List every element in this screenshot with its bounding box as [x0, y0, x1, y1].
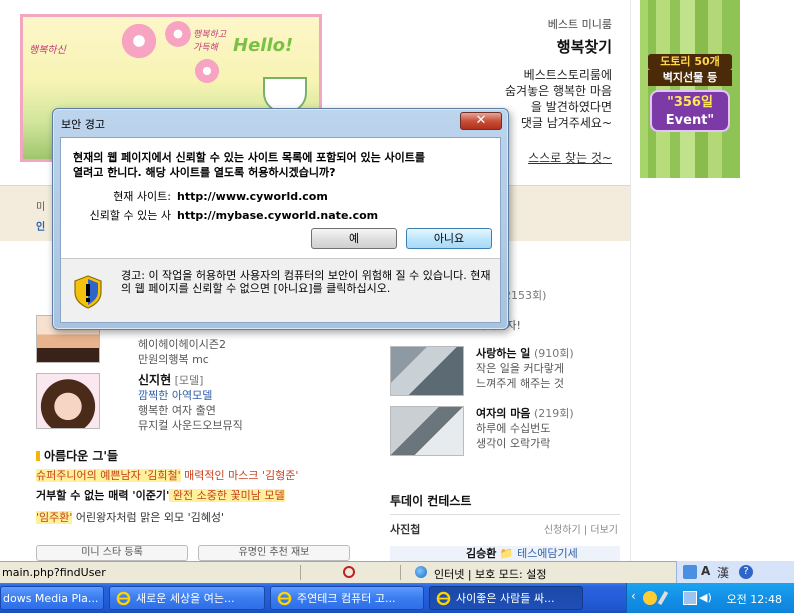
- taskbar-item-ie-2[interactable]: 주연테크 컴퓨터 고...: [270, 586, 424, 610]
- ime-icon[interactable]: [683, 565, 697, 579]
- recommend-button[interactable]: 유명인 추천 재보: [198, 545, 350, 561]
- globe-icon: [415, 566, 427, 578]
- ie-icon: [277, 591, 292, 606]
- dialog-warning-text: 경고: 이 작업을 허용하면 사용자의 컴퓨터의 보안이 위험해 질 수 있습니…: [121, 269, 491, 295]
- banner-handwriting: 행복하고 가득해: [193, 30, 227, 53]
- no-button[interactable]: 아니요: [406, 228, 492, 249]
- tab-fragment[interactable]: 미: [36, 198, 45, 213]
- popup-blocked-icon[interactable]: [343, 566, 355, 578]
- taskbar-item-ie-1[interactable]: 새로운 세상을 여는...: [109, 586, 265, 610]
- ime-mode-a[interactable]: A: [701, 564, 710, 578]
- security-warning-dialog: 보안 경고 ✕ 현재의 웹 페이지에서 신뢰할 수 있는 사이트 목록에 포함되…: [52, 108, 509, 330]
- status-url: main.php?findUser: [2, 566, 106, 579]
- register-star-button[interactable]: 미니 스타 등록: [36, 545, 188, 561]
- windows-taskbar: dows Media Pla... 새로운 세상을 여는... 주연테크 컴퓨터…: [0, 583, 794, 613]
- dialog-warning-area: 경고: 이 작업을 허용하면 사용자의 컴퓨터의 보안이 위험해 질 수 있습니…: [61, 258, 500, 322]
- taskbar-item-media-player[interactable]: dows Media Pla...: [0, 586, 104, 610]
- language-bar[interactable]: A 漢 ?: [676, 561, 794, 583]
- close-button[interactable]: ✕: [460, 112, 502, 130]
- column-divider: [630, 0, 631, 561]
- highlight-line[interactable]: 거부할 수 없는 매력 '이준기' 완전 소중한 꽃미남 모델: [36, 487, 285, 504]
- ad-line1: 도토리 50개: [648, 54, 732, 70]
- flower-icon: [193, 57, 221, 85]
- dialog-title: 보안 경고: [61, 118, 105, 131]
- ad-line2: 벽지선물 등: [648, 70, 732, 86]
- shield-warning-icon: [74, 275, 102, 309]
- tab-fragment[interactable]: 인: [36, 218, 45, 233]
- browser-status-bar: main.php?findUser 인터넷 | 보호 모드: 설정: [0, 561, 794, 583]
- contest-entry[interactable]: 김승환 📁 테스에담기세: [390, 546, 620, 561]
- best-mini-room-label: 베스트 미니룸: [547, 18, 612, 31]
- network-icon[interactable]: [683, 591, 697, 605]
- story-photo[interactable]: [390, 346, 464, 396]
- celebrity-row[interactable]: 신지현 [모델] 깜찍한 아역모델 행복한 여자 출연 뮤지컬 사운드오브뮤직: [36, 373, 366, 432]
- trusted-site-row: 신뢰할 수 있는 사 http://mybase.cyworld.nate.com: [89, 209, 379, 222]
- smiley-icon[interactable]: [643, 591, 657, 605]
- volume-icon[interactable]: ◀): [699, 591, 713, 605]
- highlight-line[interactable]: '임주환' 어린왕자처럼 맑은 외모 '김혜성': [36, 509, 224, 526]
- story-item[interactable]: 사랑하는 일 (910회) 작은 일을 커다랗게 느껴주게 해주는 것: [390, 346, 620, 396]
- flower-icon: [163, 19, 193, 49]
- ie-icon: [436, 591, 451, 606]
- dialog-body: 현재의 웹 페이지에서 신뢰할 수 있는 사이트 목록에 포함되어 있는 사이트…: [60, 137, 501, 323]
- current-site-row: 현재 사이트: http://www.cyworld.com: [113, 190, 328, 203]
- best-mini-room-title[interactable]: 행복찾기: [456, 36, 612, 57]
- story-item[interactable]: 여자의 마음 (219회) 하루에 수십번도 생각이 오락가락: [390, 406, 620, 456]
- pen-icon[interactable]: [657, 590, 669, 606]
- celebrity-name[interactable]: 신지현: [138, 373, 171, 387]
- flower-icon: [119, 21, 159, 61]
- banner-hello-text: Hello!: [233, 35, 294, 56]
- ad-event-badge: "356일 Event": [650, 90, 730, 132]
- acorn-event-ad[interactable]: 도토리 50개 벽지선물 등 "356일 Event": [640, 0, 740, 178]
- yes-button[interactable]: 예: [311, 228, 397, 249]
- section-title-beauty: 아름다운 그'들: [36, 447, 118, 464]
- clock: 오전 12:48: [726, 593, 782, 606]
- photo-album-header: 사진첩 신청하기 | 더보기: [390, 514, 620, 537]
- today-contest-title: 투데이 컨테스트: [390, 494, 472, 508]
- story-photo[interactable]: [390, 406, 464, 456]
- banner-handwriting: 행복하신: [29, 45, 66, 56]
- celebrity-photo[interactable]: [36, 373, 100, 429]
- help-icon[interactable]: ?: [739, 565, 753, 579]
- dialog-question: 현재의 웹 페이지에서 신뢰할 수 있는 사이트 목록에 포함되어 있는 사이트…: [73, 151, 426, 179]
- ime-mode-hanja[interactable]: 漢: [717, 564, 729, 581]
- highlight-line[interactable]: 슈퍼주니어의 예쁜남자 '김희철' 매력적인 마스크 '김형준': [36, 467, 298, 484]
- security-zone[interactable]: 인터넷 | 보호 모드: 설정: [434, 566, 546, 582]
- celebrity-buttons: 미니 스타 등록 유명인 추천 재보: [36, 545, 366, 561]
- system-tray: ‹ ◀) 오전 12:48: [626, 583, 794, 613]
- ie-icon: [116, 591, 131, 606]
- taskbar-item-ie-3[interactable]: 사이좋은 사람들 싸...: [429, 586, 583, 610]
- photo-album-links[interactable]: 신청하기 | 더보기: [544, 521, 618, 536]
